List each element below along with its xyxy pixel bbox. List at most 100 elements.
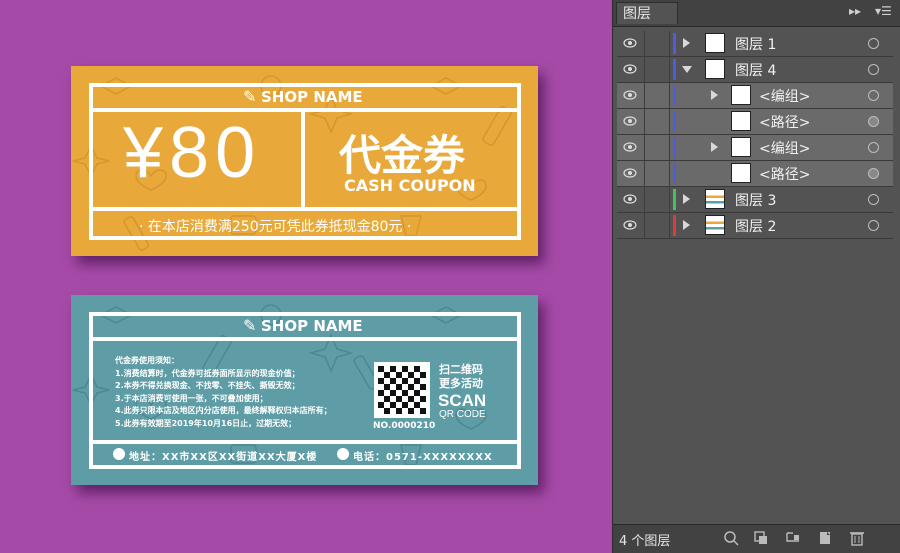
layer-color-swatch: [673, 59, 676, 80]
expand-arrow-icon[interactable]: [711, 90, 718, 100]
tab-layers[interactable]: 图层: [616, 2, 678, 24]
target-circle-icon[interactable]: [868, 116, 879, 127]
layer-thumbnail: [705, 59, 725, 79]
coupon-front[interactable]: ✎ SHOP NAME ¥80 代金券 CASH COUPON · 在本店消费满…: [71, 66, 538, 256]
address: 地址：XX市XX区XX街道XX大厦X楼: [129, 452, 318, 463]
column-divider: [669, 161, 670, 186]
layer-row[interactable]: 图层 4: [617, 57, 893, 83]
layer-thumbnail: [705, 189, 725, 209]
footer-divider: [89, 440, 521, 444]
visibility-eye-icon[interactable]: [623, 63, 637, 75]
layer-color-swatch: [673, 33, 676, 54]
column-divider: [669, 109, 670, 134]
layer-row[interactable]: 图层 2: [617, 213, 893, 239]
layer-row[interactable]: 图层 3: [617, 187, 893, 213]
layer-count: 4 个图层: [619, 534, 671, 549]
layer-row[interactable]: <编组>: [617, 135, 893, 161]
layer-row[interactable]: <路径>: [617, 161, 893, 187]
column-divider: [669, 31, 670, 56]
visibility-eye-icon[interactable]: [623, 115, 637, 127]
target-circle-icon[interactable]: [868, 142, 879, 153]
layer-name[interactable]: 图层 2: [735, 216, 776, 236]
layer-name[interactable]: <编组>: [759, 138, 810, 158]
layer-name[interactable]: <编组>: [759, 86, 810, 106]
coupon-back[interactable]: ✎ SHOP NAME 代金券使用须知： 1.消费结算时，代金券可抵券面所显示的…: [71, 295, 538, 485]
layer-thumbnail: [731, 111, 751, 131]
target-circle-icon[interactable]: [868, 220, 879, 231]
column-divider: [644, 213, 645, 238]
layer-color-swatch: [673, 111, 676, 132]
column-divider: [644, 135, 645, 160]
new-layer-icon[interactable]: [817, 530, 833, 546]
coupon-condition: · 在本店消费满250元可凭此券抵现金80元 ·: [139, 219, 412, 235]
column-divider: [644, 31, 645, 56]
visibility-eye-icon[interactable]: [623, 193, 637, 205]
panel-menu-icon[interactable]: ▾☰: [875, 4, 892, 18]
layer-color-swatch: [673, 85, 676, 106]
layer-row[interactable]: <路径>: [617, 109, 893, 135]
layer-name[interactable]: <路径>: [759, 164, 810, 184]
layer-color-swatch: [673, 163, 676, 184]
vertical-divider: [301, 108, 305, 211]
expand-arrow-icon[interactable]: [711, 142, 718, 152]
rule-line: 3.于本店消费可使用一张，不可叠加使用；: [115, 393, 268, 403]
qr-code-label: QR CODE: [439, 409, 486, 420]
collapse-arrow-icon[interactable]: [682, 66, 692, 73]
layer-thumbnail: [731, 137, 751, 157]
column-divider: [644, 187, 645, 212]
collapse-panel-icon[interactable]: ▸▸: [849, 4, 861, 18]
expand-arrow-icon[interactable]: [683, 220, 690, 230]
column-divider: [669, 83, 670, 108]
target-circle-icon[interactable]: [868, 90, 879, 101]
column-divider: [644, 57, 645, 82]
expand-arrow-icon[interactable]: [683, 194, 690, 204]
layer-name[interactable]: 图层 1: [735, 34, 776, 54]
shop-logo-icon: ✎: [243, 316, 257, 335]
layer-row[interactable]: 图层 1: [617, 31, 893, 57]
visibility-eye-icon[interactable]: [623, 167, 637, 179]
scan-en: SCAN: [438, 391, 487, 410]
layer-thumbnail: [705, 33, 725, 53]
rule-line: 1.消费结算时，代金券可抵券面所显示的现金价值；: [115, 368, 300, 378]
target-circle-icon[interactable]: [868, 168, 879, 179]
column-divider: [644, 83, 645, 108]
panel-footer: 4 个图层: [613, 524, 900, 553]
layer-color-swatch: [673, 215, 676, 236]
column-divider: [669, 213, 670, 238]
make-clipping-mask-icon[interactable]: [753, 530, 769, 546]
rule-line: 代金券使用须知：: [115, 356, 179, 365]
qr-pattern: [378, 366, 426, 414]
visibility-eye-icon[interactable]: [623, 141, 637, 153]
layers-panel[interactable]: 图层 ▸▸ ▾☰ 图层 1 图层 4 <编组> <路径> <编组> <路径> 图…: [612, 0, 900, 553]
header-divider: [89, 337, 521, 341]
coupon-title: 代金券: [339, 131, 466, 180]
coupon-subtitle: CASH COUPON: [344, 176, 476, 195]
coupon-amount: ¥80: [123, 113, 262, 193]
layer-color-swatch: [673, 137, 676, 158]
visibility-eye-icon[interactable]: [623, 37, 637, 49]
visibility-eye-icon[interactable]: [623, 89, 637, 101]
target-circle-icon[interactable]: [868, 38, 879, 49]
visibility-eye-icon[interactable]: [623, 219, 637, 231]
locate-object-icon[interactable]: [723, 530, 739, 546]
layers-list[interactable]: 图层 1 图层 4 <编组> <路径> <编组> <路径> 图层 3 图层 2: [617, 31, 893, 239]
rule-line: 4.此券只限本店及地区内分店使用，最终解释权归本店所有；: [115, 406, 332, 415]
rule-line: 5.此券有效期至2019年10月16日止，过期无效；: [115, 418, 297, 428]
artboard-canvas[interactable]: ✎ SHOP NAME ¥80 代金券 CASH COUPON · 在本店消费满…: [0, 0, 612, 553]
delete-layer-icon[interactable]: [849, 530, 865, 546]
layer-name[interactable]: 图层 3: [735, 190, 776, 210]
qr-code: [374, 362, 430, 418]
new-sublayer-icon[interactable]: [785, 530, 801, 546]
layer-thumbnail: [731, 85, 751, 105]
layer-color-swatch: [673, 189, 676, 210]
target-circle-icon[interactable]: [868, 64, 879, 75]
column-divider: [669, 135, 670, 160]
layer-name[interactable]: <路径>: [759, 112, 810, 132]
column-divider: [669, 187, 670, 212]
phone: 电话：0571-XXXXXXXX: [353, 452, 493, 463]
layer-row[interactable]: <编组>: [617, 83, 893, 109]
expand-arrow-icon[interactable]: [683, 38, 690, 48]
target-circle-icon[interactable]: [868, 194, 879, 205]
layer-name[interactable]: 图层 4: [735, 60, 776, 80]
location-icon: [113, 448, 125, 460]
